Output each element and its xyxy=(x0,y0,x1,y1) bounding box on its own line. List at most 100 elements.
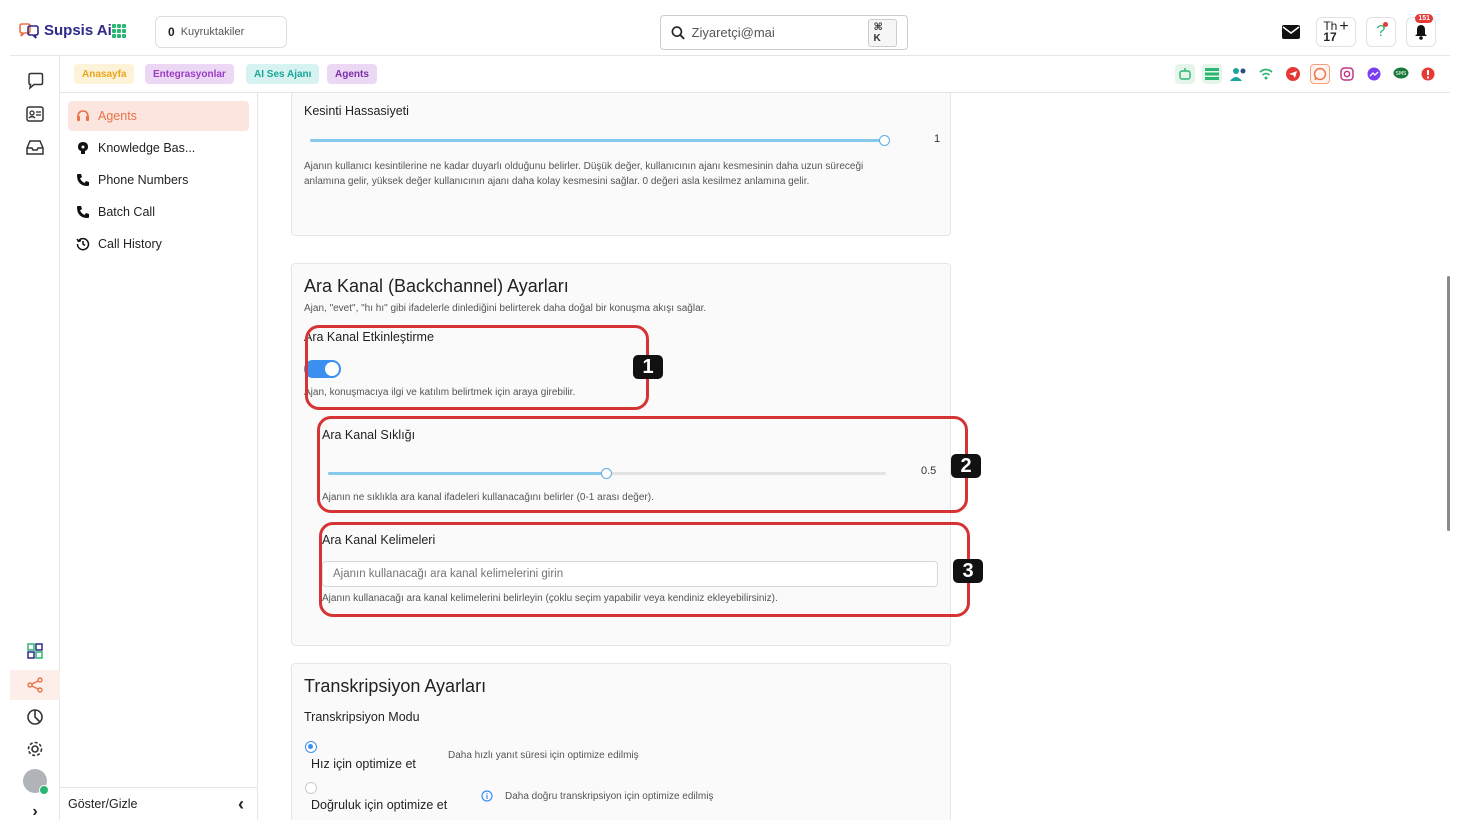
tab-entegrasyonlar[interactable]: Entegrasyonlar xyxy=(145,64,234,84)
list-icon[interactable] xyxy=(1202,64,1222,84)
radio-accuracy-label[interactable]: Doğruluk için optimize et xyxy=(311,798,447,812)
annotation-number-1: 1 xyxy=(633,355,663,379)
tab-ai-ses-ajani[interactable]: AI Ses Ajanı xyxy=(246,64,320,84)
info-icon xyxy=(481,790,493,802)
whatsapp-icon[interactable] xyxy=(1310,64,1330,84)
rail-integrations-button[interactable] xyxy=(10,670,60,700)
interruption-label: Kesinti Hassasiyeti xyxy=(304,104,409,118)
interruption-card: Kesinti Hassasiyeti 1 Ajanın kullanıcı k… xyxy=(291,93,951,236)
brand[interactable]: Supsis Ai xyxy=(18,22,112,39)
users-icon[interactable] xyxy=(1229,64,1249,84)
sidebar: Agents Knowledge Bas... Phone Numbers Ba… xyxy=(60,93,258,820)
rail-settings-button[interactable] xyxy=(10,734,60,764)
wifi-icon[interactable] xyxy=(1256,64,1276,84)
search-input[interactable] xyxy=(691,25,862,40)
phone-icon xyxy=(77,174,89,186)
search-box[interactable]: ⌘ K xyxy=(660,15,908,50)
interruption-help-line2: anlamına gelir, yüksek değer kullanıcını… xyxy=(304,176,810,187)
queue-counter[interactable]: 0 Kuyruktakiler xyxy=(155,16,287,48)
annotation-number-3: 3 xyxy=(953,559,983,583)
radio-accuracy-desc: Daha doğru transkripsiyon için optimize … xyxy=(505,791,714,802)
app-window: Supsis Ai 0 Kuyruktakiler ⌘ K Th + 17 xyxy=(10,10,1450,820)
calendar-date: 17 xyxy=(1323,30,1337,44)
transcription-title: Transkripsiyon Ayarları xyxy=(304,676,487,696)
sidebar-toggle-label: Göster/Gizle xyxy=(68,797,138,811)
chevron-left-icon: ‹ xyxy=(238,793,244,814)
search-icon xyxy=(671,25,685,40)
rail-dashboard-button[interactable] xyxy=(10,636,60,666)
transcription-card: Transkripsiyon Ayarları Transkripsiyon M… xyxy=(291,663,951,820)
brand-name: Supsis Ai xyxy=(44,22,112,39)
rail-chat-button[interactable] xyxy=(10,66,60,96)
main-content: Kesinti Hassasiyeti 1 Ajanın kullanıcı k… xyxy=(259,93,1450,820)
annotation-box-3 xyxy=(319,522,970,617)
brand-logo-icon xyxy=(19,22,39,39)
sidebar-item-label: Batch Call xyxy=(98,205,155,219)
sidebar-item-call-history[interactable]: Call History xyxy=(68,229,249,259)
gear-icon xyxy=(27,741,43,757)
bot-icon[interactable] xyxy=(1175,64,1195,84)
chat-icon xyxy=(28,72,44,90)
history-icon xyxy=(76,237,90,251)
sidebar-item-label: Knowledge Bas... xyxy=(98,141,196,155)
queue-count: 0 xyxy=(168,25,175,39)
backchannel-title: Ara Kanal (Backchannel) Ayarları xyxy=(304,276,569,296)
pie-chart-icon xyxy=(27,709,43,725)
messenger-icon[interactable] xyxy=(1364,64,1384,84)
scrollbar-thumb[interactable] xyxy=(1447,276,1450,531)
left-rail: › xyxy=(10,56,60,820)
rail-inbox-button[interactable] xyxy=(10,132,60,162)
rail-profile-button[interactable] xyxy=(10,766,60,796)
telegram-icon[interactable] xyxy=(1283,64,1303,84)
annotation-box-1 xyxy=(305,325,649,410)
dashboard-grid-icon xyxy=(27,643,43,659)
sms-icon[interactable]: SMS xyxy=(1391,64,1411,84)
notification-badge: 151 xyxy=(1415,14,1433,23)
interruption-help-line1: Ajanın kullanıcı kesintilerine ne kadar … xyxy=(304,161,864,172)
mail-button[interactable] xyxy=(1276,17,1306,47)
sidebar-item-label: Agents xyxy=(98,109,137,123)
rail-contacts-button[interactable] xyxy=(10,99,60,129)
search-shortcut: ⌘ K xyxy=(867,18,897,47)
phone-icon xyxy=(77,206,89,218)
sidebar-item-phone-numbers[interactable]: Phone Numbers xyxy=(68,165,249,195)
sidebar-item-knowledge-base[interactable]: Knowledge Bas... xyxy=(68,133,249,163)
tab-anasayfa[interactable]: Anasayfa xyxy=(74,64,135,84)
brain-icon xyxy=(78,142,88,154)
radio-accuracy[interactable] xyxy=(305,782,317,794)
rail-reports-button[interactable] xyxy=(10,702,60,732)
channel-icons: SMS xyxy=(1175,64,1438,84)
sidebar-item-agents[interactable]: Agents xyxy=(68,101,249,131)
sidebar-item-batch-call[interactable]: Batch Call xyxy=(68,197,249,227)
chevron-right-icon: › xyxy=(32,803,38,820)
main-scrollbar[interactable] xyxy=(1445,93,1450,820)
instagram-icon[interactable] xyxy=(1337,64,1357,84)
help-button[interactable]: ? xyxy=(1366,17,1396,47)
annotation-box-2 xyxy=(317,416,968,513)
bell-icon xyxy=(1415,25,1427,40)
mail-icon xyxy=(1282,25,1300,39)
transcription-mode-label: Transkripsiyon Modu xyxy=(304,710,420,724)
alert-icon[interactable] xyxy=(1418,64,1438,84)
avatar[interactable] xyxy=(23,769,49,795)
svg-text:SMS: SMS xyxy=(1396,71,1407,77)
contact-card-icon xyxy=(26,106,44,122)
sidebar-toggle[interactable]: Göster/Gizle ‹ xyxy=(60,787,258,820)
tabs-row: Anasayfa Entegrasyonlar AI Ses Ajanı Age… xyxy=(60,56,1450,93)
share-nodes-icon xyxy=(27,677,43,693)
interruption-slider-fill xyxy=(310,139,885,142)
radio-speed[interactable] xyxy=(305,741,317,753)
notifications-button[interactable]: 151 xyxy=(1406,14,1436,47)
plus-icon: + xyxy=(1339,18,1349,35)
calendar-button[interactable]: Th + 17 xyxy=(1316,17,1356,47)
sidebar-item-label: Call History xyxy=(98,237,162,251)
radio-speed-desc: Daha hızlı yanıt süresi için optimize ed… xyxy=(448,750,639,761)
apps-grid-icon[interactable] xyxy=(112,24,126,38)
radio-speed-label[interactable]: Hız için optimize et xyxy=(311,757,416,771)
inbox-icon xyxy=(26,140,44,155)
top-header: Supsis Ai 0 Kuyruktakiler ⌘ K Th + 17 xyxy=(10,10,1450,56)
headset-icon xyxy=(77,110,89,121)
interruption-slider-thumb[interactable] xyxy=(879,135,890,146)
rail-expand-button[interactable]: › xyxy=(10,797,60,820)
tab-agents[interactable]: Agents xyxy=(327,64,377,84)
